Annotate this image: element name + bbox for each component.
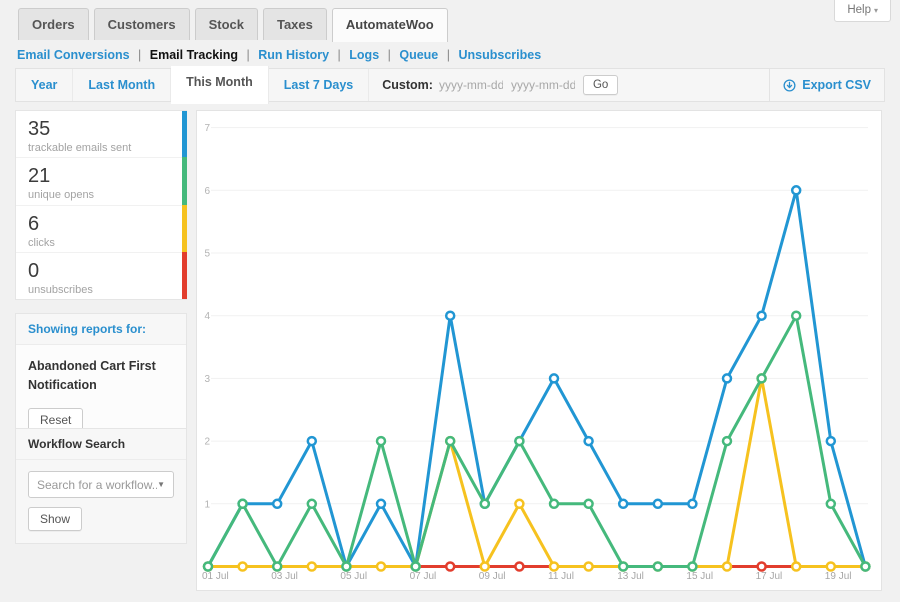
y-tick-label: 1 [204,499,210,510]
workflow-select-placeholder: Search for a workflow... [37,478,157,492]
x-tick-label: 19 Jul [825,571,852,582]
filter-tab-this-month[interactable]: This Month [171,66,269,104]
y-tick-label: 6 [204,186,210,197]
filter-tab-year[interactable]: Year [16,69,73,101]
filter-tab-last-7-days[interactable]: Last 7 Days [269,69,369,101]
chevron-down-icon: ▼ [157,480,165,489]
top-tab-bar: Orders Customers Stock Taxes AutomateWoo [18,8,448,42]
tab-automatewoo[interactable]: AutomateWoo [332,8,448,42]
x-tick-label: 09 Jul [479,571,506,582]
tab-customers[interactable]: Customers [94,8,190,40]
stat-color-strip [182,111,187,158]
stat-label: trackable emails sent [28,142,174,154]
stat-value: 6 [28,212,174,236]
y-tick-label: 2 [204,437,210,448]
help-button[interactable]: Help▾ [834,0,891,22]
stat-color-strip [182,252,187,299]
tracking-stats-panel: 35 trackable emails sent 21 unique opens… [15,110,187,300]
stat-clicks: 6 clicks [16,205,186,252]
x-tick-label: 11 Jul [548,571,574,582]
download-circle-icon [783,79,796,92]
stat-label: clicks [28,237,174,249]
workflow-select[interactable]: Search for a workflow... ▼ [28,471,174,498]
subnav-queue[interactable]: Queue [399,48,438,62]
go-button[interactable]: Go [583,75,618,95]
report-subnav: Email Conversions | Email Tracking | Run… [17,48,541,62]
stat-label: unsubscribes [28,284,174,296]
subnav-unsubscribes[interactable]: Unsubscribes [458,48,541,62]
custom-date-from-input[interactable] [439,78,503,92]
current-workflow-name: Abandoned Cart First Notification [28,357,174,396]
subnav-separator: | [388,48,391,62]
subnav-logs[interactable]: Logs [349,48,379,62]
subnav-separator: | [138,48,141,62]
help-label: Help [847,4,871,16]
stat-color-strip [182,205,187,253]
y-tick-label: 3 [204,374,210,385]
workflow-search-header: Workflow Search [16,429,186,460]
x-tick-label: 17 Jul [756,571,783,582]
stat-value: 35 [28,117,174,141]
subnav-run-history[interactable]: Run History [258,48,329,62]
subnav-email-conversions[interactable]: Email Conversions [17,48,130,62]
x-tick-label: 15 Jul [686,571,713,582]
stat-unique-opens: 21 unique opens [16,157,186,204]
stat-color-strip [182,157,187,205]
tab-taxes[interactable]: Taxes [263,8,327,40]
subnav-separator: | [338,48,341,62]
subnav-email-tracking[interactable]: Email Tracking [150,48,238,62]
subnav-separator: | [447,48,450,62]
stat-label: unique opens [28,189,174,201]
y-tick-label: 7 [204,123,210,134]
x-tick-label: 07 Jul [410,571,437,582]
stat-value: 0 [28,259,174,283]
workflow-search-panel: Workflow Search Search for a workflow...… [15,428,187,544]
date-filter-bar: Year Last Month This Month Last 7 Days C… [15,68,885,102]
filter-tab-last-month[interactable]: Last Month [73,69,171,101]
chevron-down-icon: ▾ [874,6,878,15]
y-tick-label: 4 [204,311,210,322]
custom-range-label: Custom: [382,78,433,92]
x-tick-label: 03 Jul [271,571,298,582]
custom-date-to-input[interactable] [511,78,575,92]
showing-reports-header: Showing reports for: [16,314,186,345]
stat-value: 21 [28,164,174,188]
y-tick-label: 5 [204,249,210,260]
stat-emails-sent: 35 trackable emails sent [16,111,186,157]
x-tick-label: 01 Jul [202,571,229,582]
x-tick-label: 13 Jul [617,571,644,582]
stat-unsubscribes: 0 unsubscribes [16,252,186,299]
email-tracking-chart-panel: 0123456701 Jul03 Jul05 Jul07 Jul09 Jul11… [196,110,882,591]
show-button[interactable]: Show [28,507,82,531]
tab-orders[interactable]: Orders [18,8,89,40]
x-tick-label: 05 Jul [340,571,367,582]
showing-reports-panel: Showing reports for: Abandoned Cart Firs… [15,313,187,445]
export-csv-label: Export CSV [802,78,871,92]
export-csv-link[interactable]: Export CSV [769,69,884,101]
email-tracking-chart[interactable]: 0123456701 Jul03 Jul05 Jul07 Jul09 Jul11… [197,111,881,590]
custom-range-section: Custom: Go [382,75,618,95]
subnav-separator: | [246,48,249,62]
tab-stock[interactable]: Stock [195,8,258,40]
